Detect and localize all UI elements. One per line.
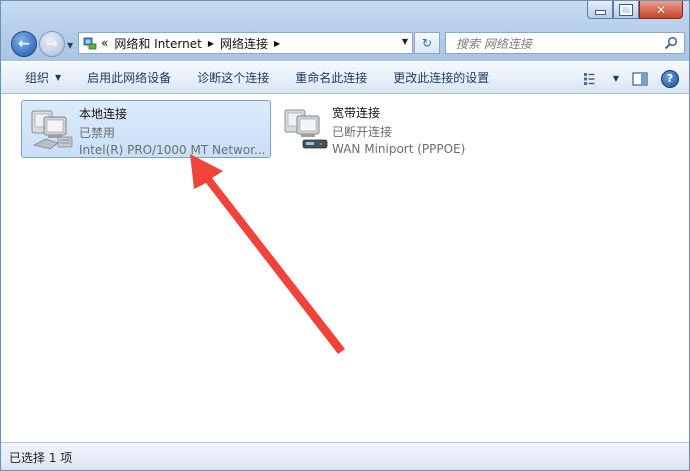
organize-label: 组织 <box>25 71 50 85</box>
back-button[interactable]: ← <box>11 31 37 57</box>
enable-device-button[interactable]: 启用此网络设备 <box>74 61 184 94</box>
connections-list: 本地连接 已禁用 Intel(R) PRO/1000 MT Networ... … <box>1 94 689 442</box>
change-settings-button[interactable]: 更改此连接的设置 <box>380 61 502 94</box>
arrow-right-icon: → <box>46 36 58 52</box>
connection-item-broadband[interactable]: 宽带连接 已断开连接 WAN Miniport (PPPOE) <box>275 100 525 158</box>
address-bar[interactable]: « 网络和 Internet ▶ 网络连接 ▶ ▼ <box>78 32 413 54</box>
broadband-connection-icon <box>284 109 328 149</box>
command-bar-right: ▼ ? <box>583 62 679 95</box>
breadcrumb-separator-icon[interactable]: ▶ <box>274 39 280 48</box>
connection-name: 宽带连接 <box>332 106 381 120</box>
breadcrumb-overflow[interactable]: « <box>101 36 108 50</box>
connection-device: WAN Miniport (PPPOE) <box>332 142 466 156</box>
breadcrumb-network-internet[interactable]: 网络和 Internet <box>114 35 201 52</box>
arrow-left-icon: ← <box>18 36 30 52</box>
view-options-dropdown-icon[interactable]: ▼ <box>613 74 619 83</box>
address-dropdown-icon[interactable]: ▼ <box>402 37 408 46</box>
breadcrumb-separator-icon[interactable]: ▶ <box>208 39 214 48</box>
forward-button[interactable]: → <box>39 31 65 57</box>
refresh-button[interactable]: ↻ <box>414 32 440 54</box>
help-button[interactable]: ? <box>661 69 679 88</box>
search-input[interactable] <box>454 34 658 54</box>
network-adapter-disabled-icon <box>31 110 73 150</box>
network-folder-icon <box>83 37 97 50</box>
refresh-icon: ↻ <box>421 36 433 50</box>
minimize-button[interactable] <box>587 1 613 19</box>
question-mark-icon: ? <box>666 72 674 85</box>
maximize-button[interactable] <box>613 1 639 19</box>
organize-menu[interactable]: 组织 ▼ <box>1 61 74 94</box>
breadcrumb-network-connections[interactable]: 网络连接 <box>220 35 268 52</box>
breadcrumb: « 网络和 Internet ▶ 网络连接 ▶ <box>101 35 286 52</box>
status-bar: 已选择 1 项 <box>1 442 689 470</box>
selection-count: 已选择 1 项 <box>9 451 73 465</box>
command-bar: 组织 ▼ 启用此网络设备 诊断这个连接 重命名此连接 更改此连接的设置 ▼ ? <box>1 61 689 94</box>
close-icon: ✕ <box>655 2 667 17</box>
search-box[interactable] <box>445 32 685 54</box>
connection-status: 已禁用 <box>79 126 116 140</box>
connection-status: 已断开连接 <box>332 125 393 139</box>
chevron-down-icon: ▼ <box>55 73 62 82</box>
explorer-window: ✕ ← → ▼ « 网络和 Internet ▶ 网络连接 ▶ ▼ ↻ 搜索 网… <box>0 0 690 471</box>
preview-pane-icon[interactable] <box>631 71 649 86</box>
window-controls: ✕ <box>587 1 683 19</box>
connection-name: 本地连接 <box>79 107 128 121</box>
title-address-area: ✕ ← → ▼ « 网络和 Internet ▶ 网络连接 ▶ ▼ ↻ <box>1 1 689 61</box>
diagnose-button[interactable]: 诊断这个连接 <box>184 61 282 94</box>
connection-device: Intel(R) PRO/1000 MT Networ... <box>79 143 266 157</box>
connection-item-local[interactable]: 本地连接 已禁用 Intel(R) PRO/1000 MT Networ... <box>21 100 271 158</box>
search-icon[interactable] <box>664 36 678 50</box>
maximize-icon <box>619 3 633 16</box>
change-view-icon[interactable] <box>583 72 601 86</box>
recent-pages-dropdown[interactable]: ▼ <box>67 41 73 50</box>
close-button[interactable]: ✕ <box>639 1 683 19</box>
rename-button[interactable]: 重命名此连接 <box>282 61 380 94</box>
minimize-icon <box>594 10 606 15</box>
